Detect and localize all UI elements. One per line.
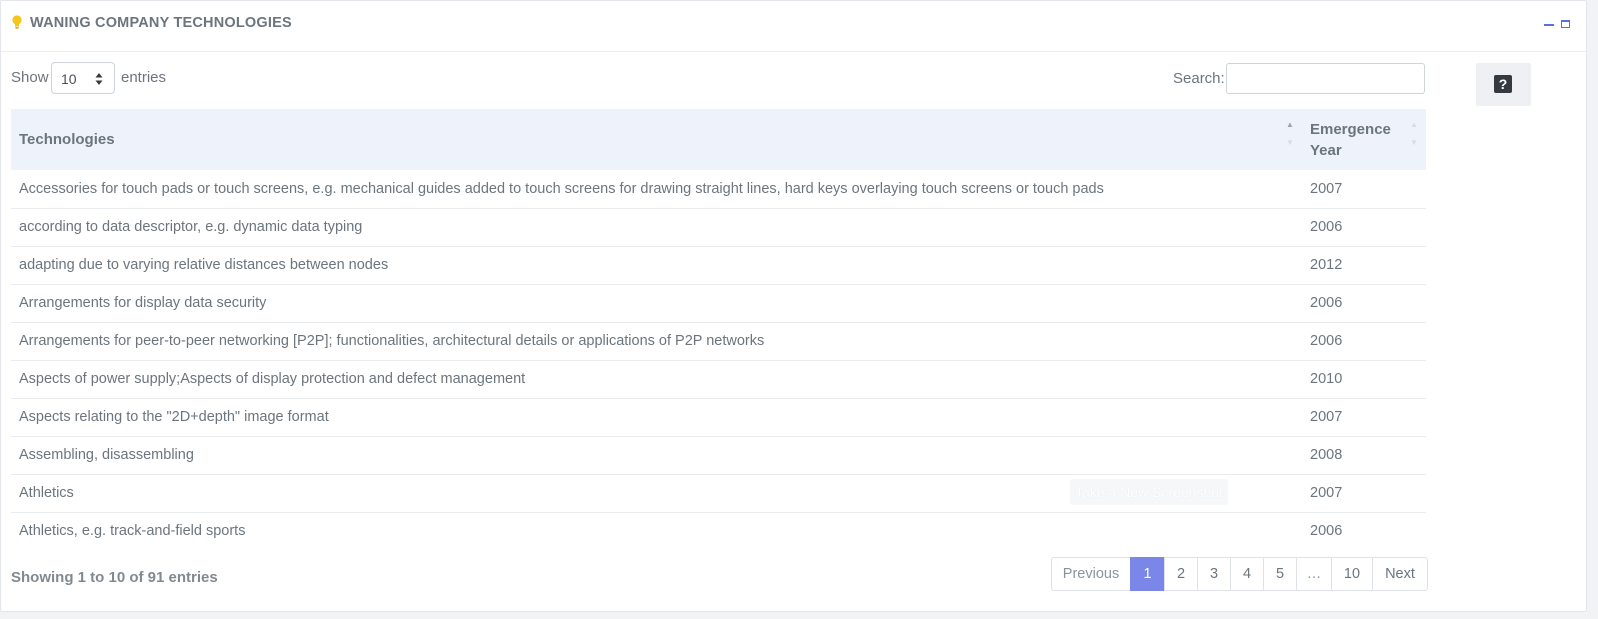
pagination-previous[interactable]: Previous: [1051, 557, 1131, 591]
show-label: Show: [11, 69, 49, 86]
pagination-page-4[interactable]: 4: [1230, 557, 1264, 591]
year-cell: 2006: [1310, 523, 1343, 540]
table-row: according to data descriptor, e.g. dynam…: [11, 208, 1426, 247]
waning-technologies-panel: WANING COMPANY TECHNOLOGIES Show 10 entr…: [0, 0, 1587, 612]
technology-cell: Assembling, disassembling: [11, 436, 1302, 475]
year-cell: 2008: [1302, 436, 1426, 475]
pagination-page-10[interactable]: 10: [1331, 557, 1373, 591]
table-header-row: Technologies ▲ ▼ Emergence Year ▲ ▼: [11, 109, 1426, 170]
technology-cell: Arrangements for display data security: [11, 284, 1302, 323]
pagination-page-3[interactable]: 3: [1197, 557, 1231, 591]
maximize-icon[interactable]: [1561, 20, 1570, 28]
entries-label: entries: [121, 69, 167, 86]
pagination-next[interactable]: Next: [1372, 557, 1428, 591]
year-cell: 2006: [1302, 208, 1426, 247]
year-cell: 2007: [1302, 398, 1426, 437]
column-header-technologies[interactable]: Technologies ▲ ▼: [11, 109, 1302, 170]
table-row: adapting due to varying relative distanc…: [11, 246, 1426, 285]
year-cell: 2007: [1302, 474, 1426, 513]
table-row: Accessories for touch pads or touch scre…: [11, 170, 1426, 209]
table-row: Arrangements for peer-to-peer networking…: [11, 322, 1426, 361]
panel-title: WANING COMPANY TECHNOLOGIES: [30, 15, 292, 31]
technology-cell: Arrangements for peer-to-peer networking…: [11, 322, 1302, 361]
question-icon: ?: [1494, 75, 1512, 93]
year-cell: 2007: [1302, 170, 1426, 209]
year-cell: 2006: [1302, 322, 1426, 361]
table-row: Athletics, e.g. track-and-field sports 20…: [11, 512, 1426, 550]
pagination-page-1[interactable]: 1: [1130, 557, 1165, 591]
year-cell: 2006: [1302, 284, 1426, 323]
technology-cell: Aspects relating to the "2D+depth" image…: [11, 398, 1302, 437]
minimize-icon[interactable]: [1544, 24, 1554, 26]
panel-header: WANING COMPANY TECHNOLOGIES: [1, 1, 1586, 52]
technology-cell: Accessories for touch pads or touch scre…: [11, 170, 1302, 209]
year-cell: 2012: [1302, 246, 1426, 285]
lightbulb-icon: [12, 15, 22, 29]
table-row: Aspects of power supply;Aspects of displ…: [11, 360, 1426, 399]
pagination-page-5[interactable]: 5: [1263, 557, 1297, 591]
sort-indicator-icon: ▲ ▼: [1410, 120, 1418, 147]
pagination-ellipsis: …: [1296, 557, 1332, 591]
pagination-page-2[interactable]: 2: [1164, 557, 1198, 591]
sort-indicator-icon: ▲ ▼: [1286, 120, 1294, 147]
select-updown-icon: [95, 73, 103, 85]
page-length-select[interactable]: 10: [51, 62, 115, 94]
search-label: Search:: [1173, 70, 1225, 87]
column-header-emergence-year[interactable]: Emergence Year ▲ ▼: [1302, 109, 1426, 170]
table-row: Assembling, disassembling 2008: [11, 436, 1426, 475]
page-length-value: 10: [61, 71, 77, 87]
help-button[interactable]: ?: [1476, 63, 1531, 106]
pagination: Previous 1 2 3 4 5 … 10 Next: [1051, 557, 1428, 591]
take-screenshot-tooltip[interactable]: Take a New Screenshot: [1070, 479, 1228, 505]
table-row: Arrangements for display data security 20…: [11, 284, 1426, 323]
technology-cell: Athletics, e.g. track-and-field sports: [19, 523, 246, 540]
table-info-text: Showing 1 to 10 of 91 entries: [11, 569, 218, 586]
technology-cell: adapting due to varying relative distanc…: [11, 246, 1302, 285]
year-cell: 2010: [1302, 360, 1426, 399]
technology-cell: Aspects of power supply;Aspects of displ…: [11, 360, 1302, 399]
search-input[interactable]: [1226, 63, 1425, 94]
table-row: Aspects relating to the "2D+depth" image…: [11, 398, 1426, 437]
technology-cell: according to data descriptor, e.g. dynam…: [11, 208, 1302, 247]
